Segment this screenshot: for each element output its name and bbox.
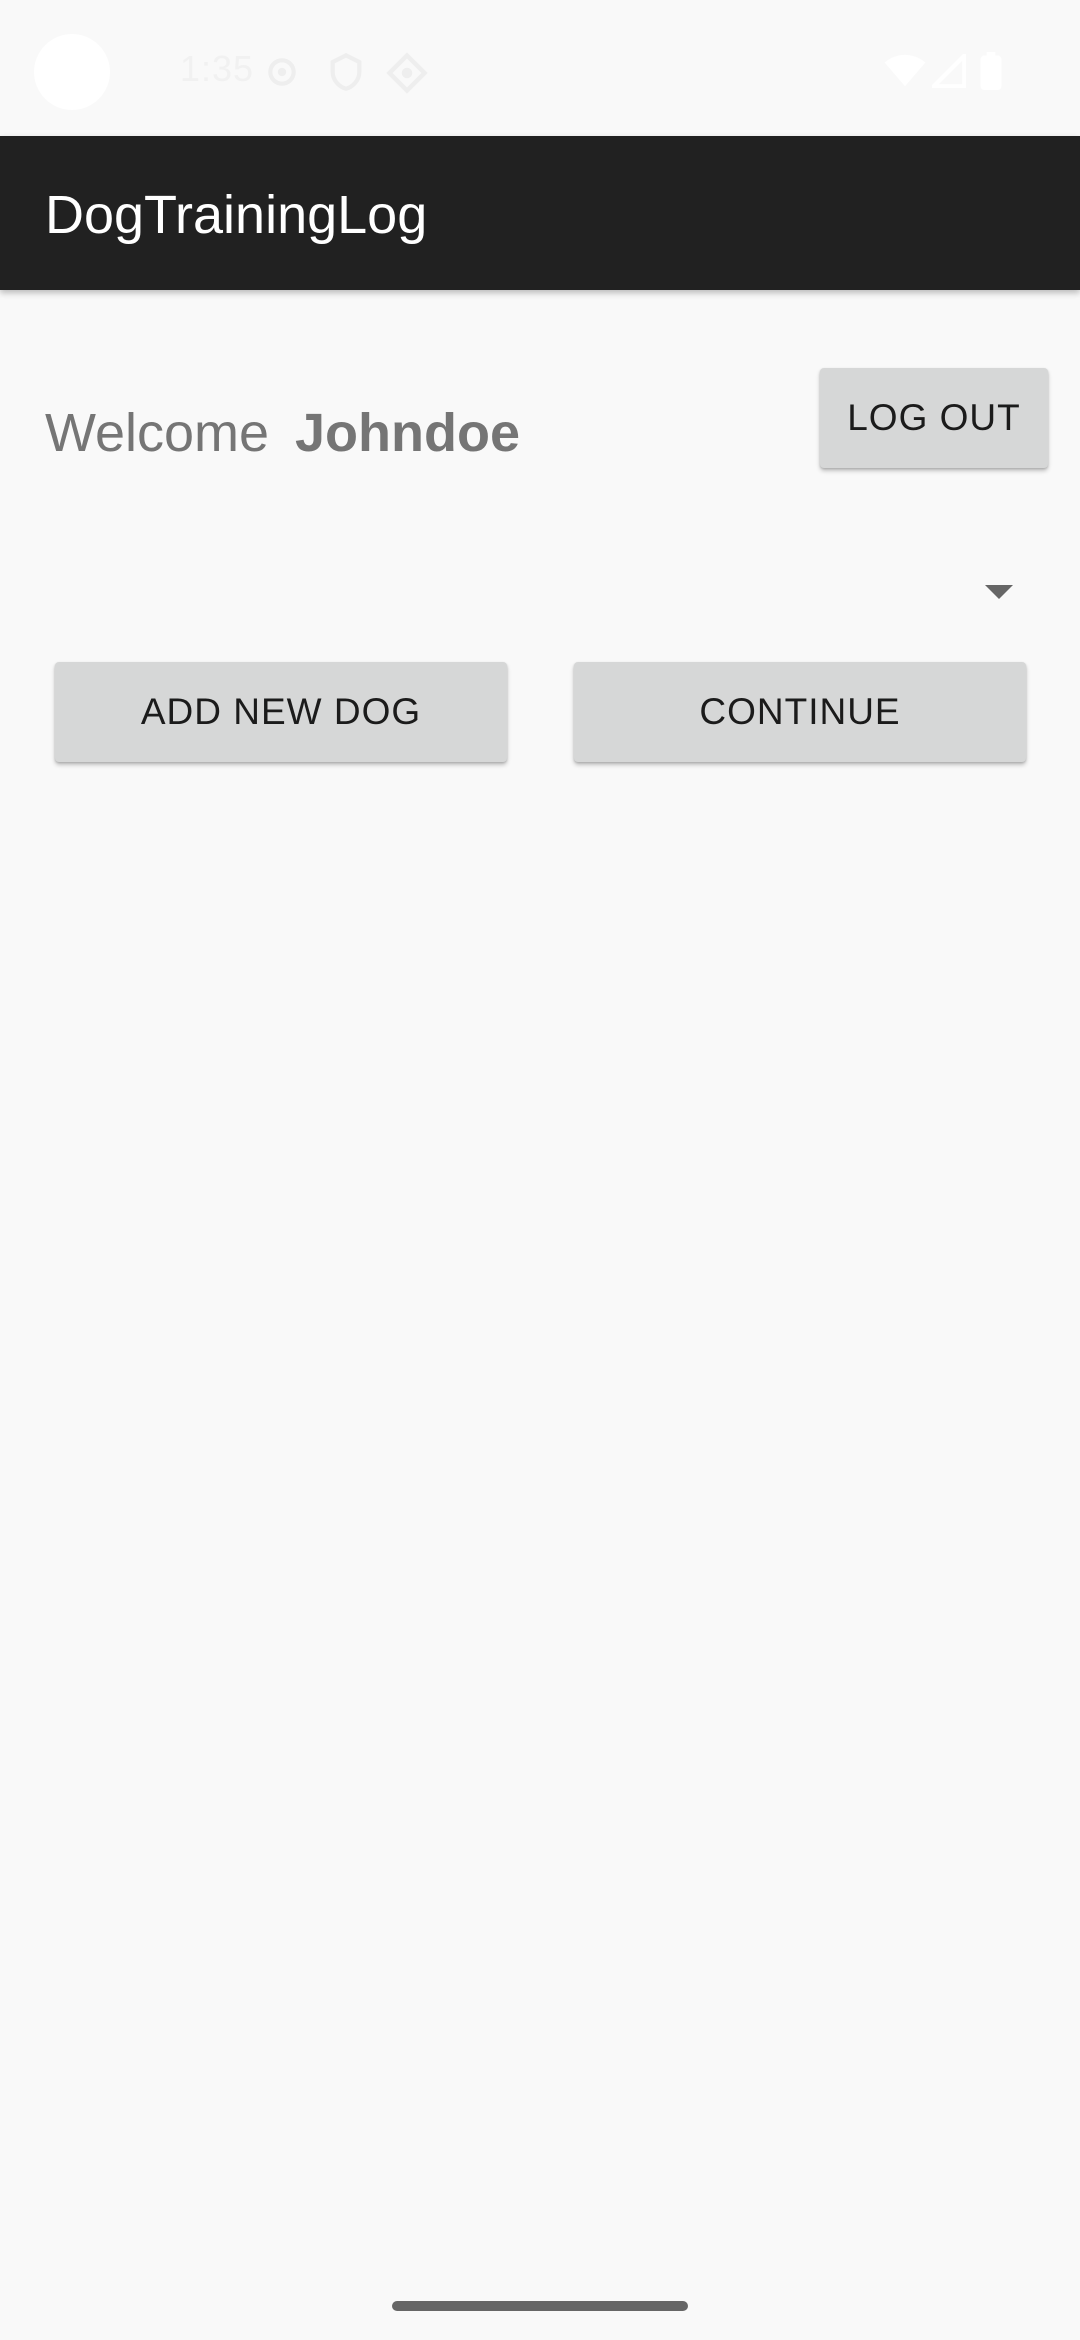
app-title: DogTrainingLog <box>45 185 428 245</box>
continue-button[interactable]: CONTINUE <box>574 662 1026 762</box>
location-shield-icon <box>326 52 366 97</box>
home-indicator[interactable] <box>392 2301 688 2311</box>
app-bar: DogTrainingLog <box>0 136 1080 290</box>
cell-signal-icon <box>928 50 967 93</box>
status-time: 1:35 <box>180 48 255 89</box>
nfc-diamond-icon <box>386 52 428 99</box>
logout-button[interactable]: LOG OUT <box>820 368 1048 468</box>
dropdown-arrow-icon <box>985 585 1013 599</box>
dog-select-dropdown[interactable] <box>45 545 1035 637</box>
username-label: Johndoe <box>295 403 520 463</box>
settings-gear-icon <box>262 52 302 97</box>
status-bar: 1:35 <box>0 0 1080 136</box>
add-new-dog-button[interactable]: ADD NEW DOG <box>55 662 507 762</box>
wifi-icon <box>884 54 926 93</box>
camera-cutout <box>34 34 110 110</box>
screen: 1:35 DogTrainingLog Welcome Johndoe LOG … <box>0 0 1080 2340</box>
welcome-label: Welcome <box>45 403 270 463</box>
battery-icon <box>980 52 1002 95</box>
